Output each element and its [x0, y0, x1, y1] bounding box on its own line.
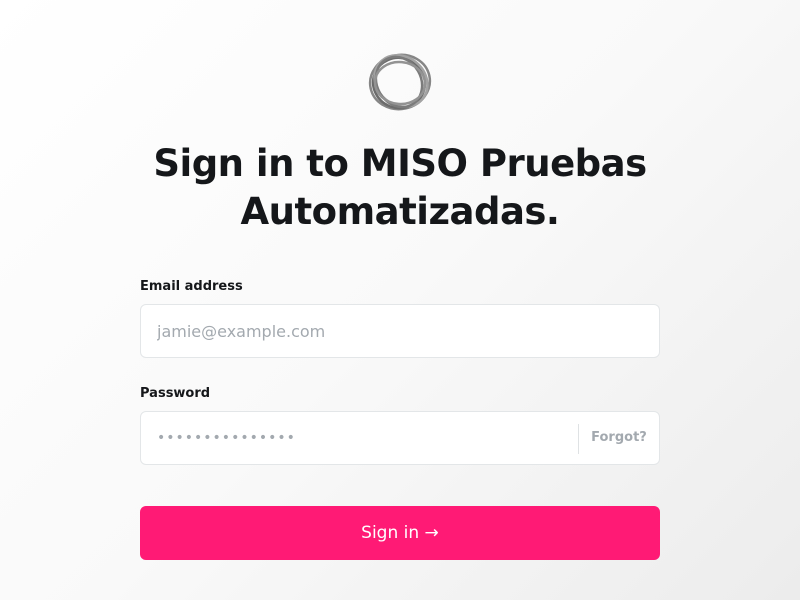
email-input[interactable] [157, 305, 645, 357]
page-title: Sign in to MISO Pruebas Automatizadas. [153, 142, 647, 233]
signin-button[interactable]: Sign in → [140, 506, 660, 560]
email-field[interactable] [140, 304, 660, 358]
site-logo [366, 50, 434, 114]
password-label: Password [140, 386, 211, 401]
circle-scribble-logo-icon [368, 53, 432, 111]
forgot-password-link[interactable]: Forgot? [579, 412, 659, 464]
password-input[interactable] [157, 412, 557, 464]
email-label: Email address [140, 279, 243, 294]
password-field[interactable]: Forgot? [140, 411, 660, 465]
